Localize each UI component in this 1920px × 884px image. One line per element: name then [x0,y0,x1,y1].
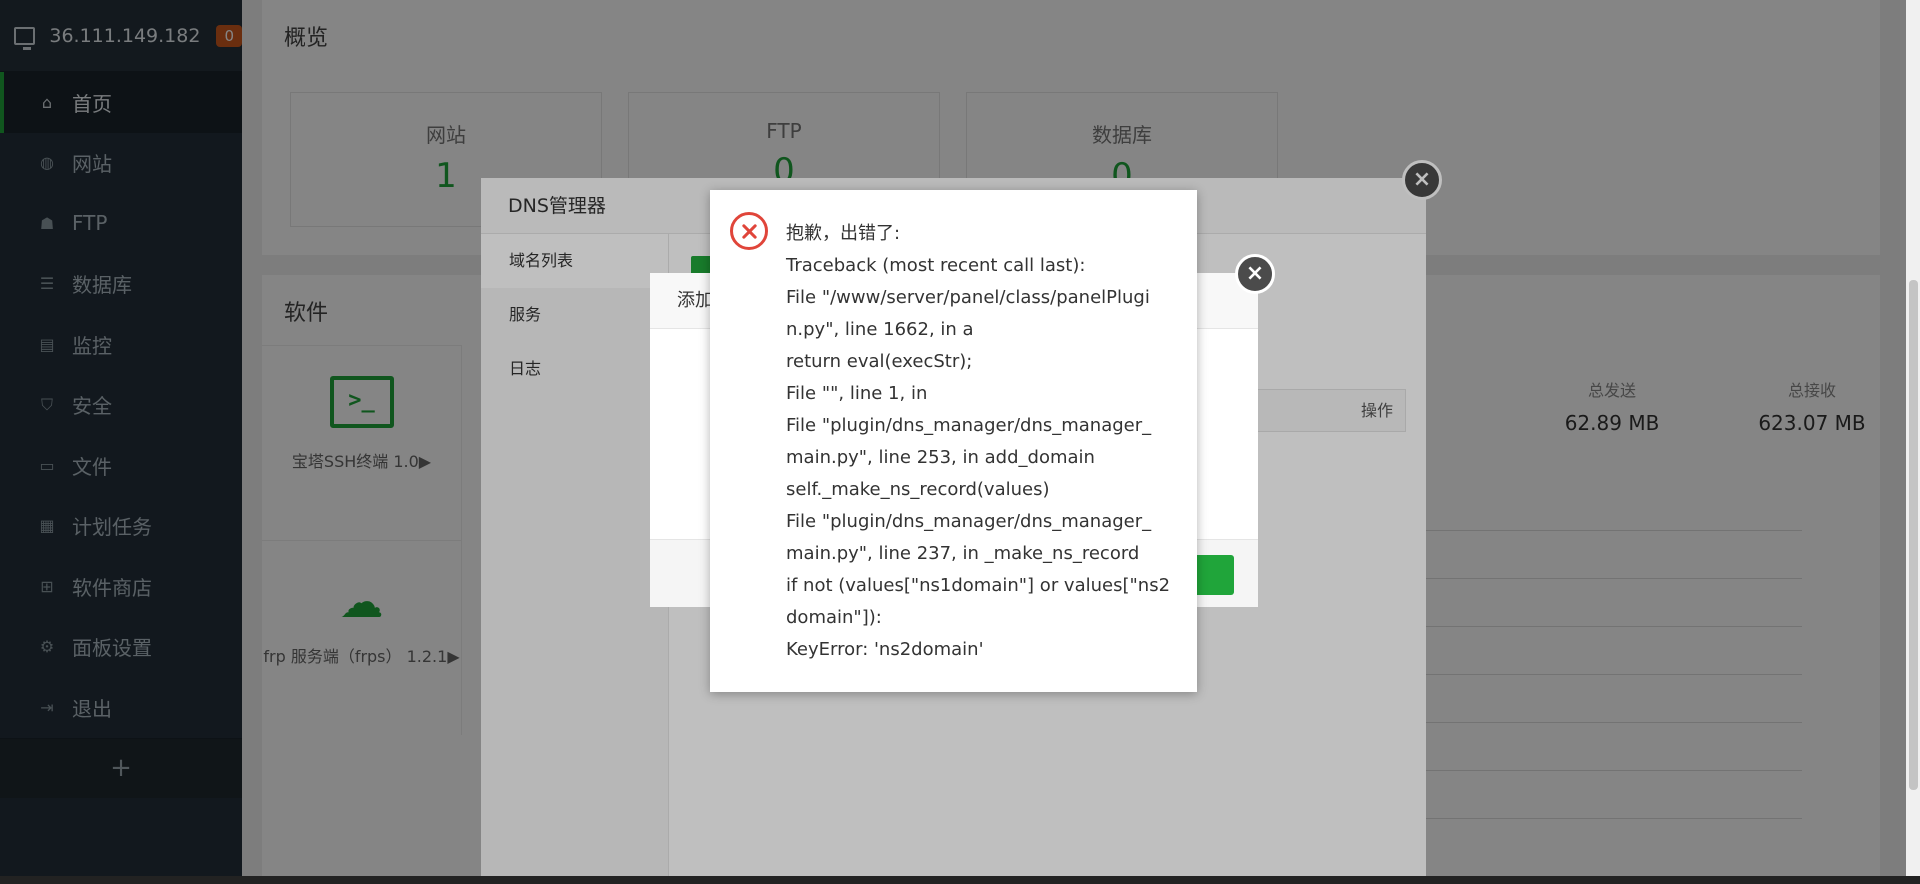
bottom-bar [0,876,1920,884]
error-popup: 抱歉，出错了: Traceback (most recent call last… [710,190,1197,692]
error-icon [730,212,768,250]
scrollbar-thumb[interactable] [1909,280,1918,790]
error-message: 抱歉，出错了: Traceback (most recent call last… [786,223,1171,660]
close-icon[interactable]: × [1235,254,1275,294]
